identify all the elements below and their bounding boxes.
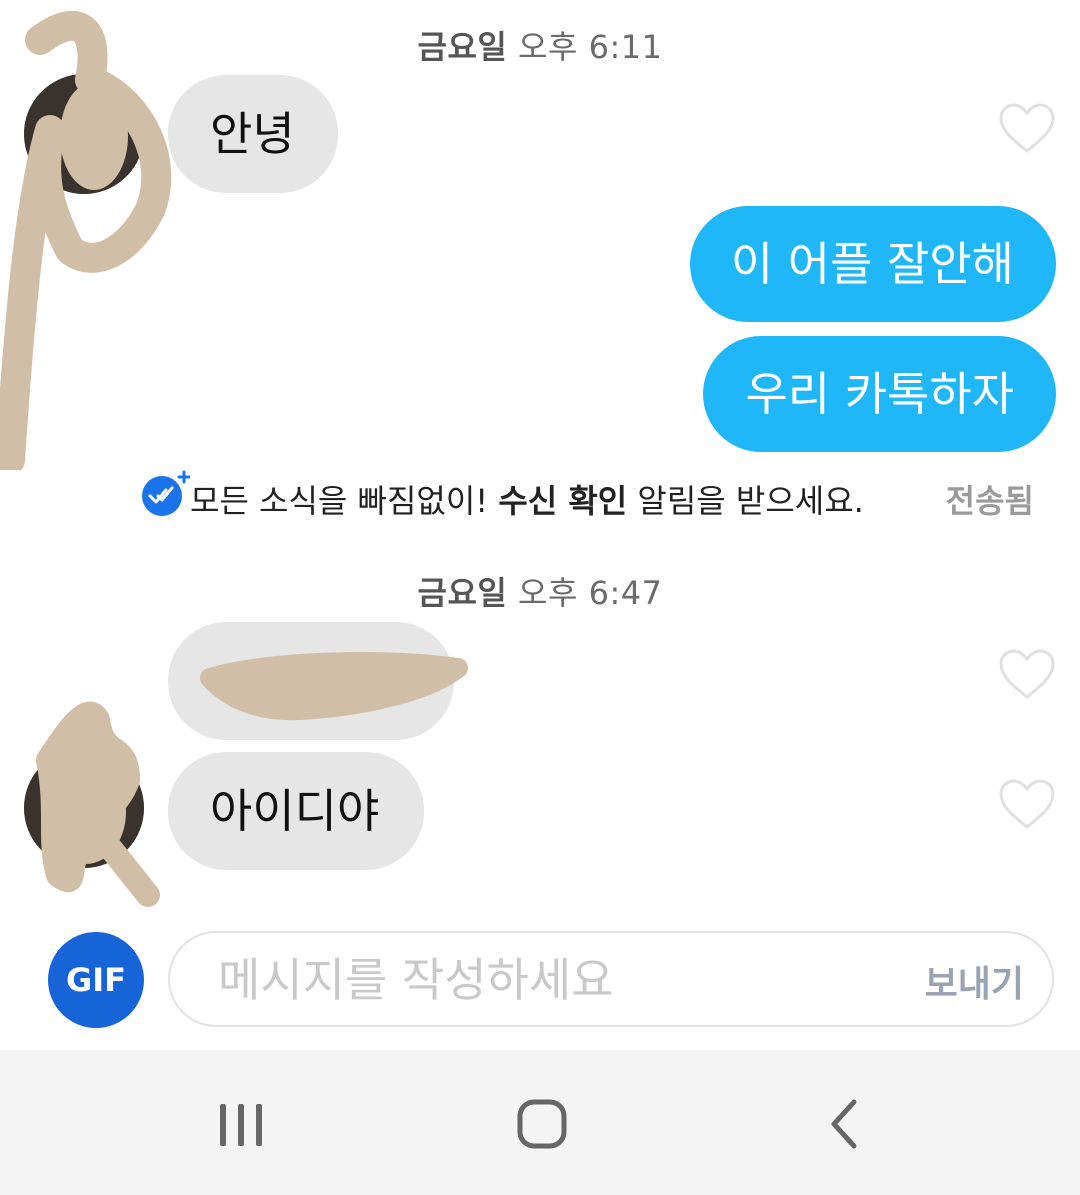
receipt-text-bold: 수신 확인	[498, 482, 628, 520]
system-navigation-bar	[0, 1050, 1080, 1195]
heart-icon[interactable]	[998, 648, 1056, 700]
message-text: 아이디야	[210, 784, 380, 838]
message-text: 우리 카톡하자	[745, 367, 1014, 421]
outgoing-message-bubble[interactable]: 우리 카톡하자	[703, 336, 1056, 452]
read-receipt-notice[interactable]: 모든 소식을 빠짐없이! 수신 확인 알림을 받으세요. 전송됨	[140, 470, 1060, 520]
gif-label: GIF	[65, 961, 127, 999]
date-separator: 금요일 오후 6:47	[0, 568, 1080, 614]
send-button[interactable]: 보내기	[925, 955, 1024, 1007]
heart-icon[interactable]	[998, 778, 1056, 830]
receipt-text: 모든 소식을 빠짐없이!	[190, 482, 499, 520]
message-composer: 보내기	[168, 931, 1054, 1027]
date-time: 오후 6:47	[518, 574, 663, 612]
home-icon[interactable]	[506, 1098, 576, 1154]
back-icon[interactable]	[810, 1098, 880, 1154]
date-day: 금요일	[417, 574, 508, 612]
redaction-scribble	[0, 10, 172, 470]
date-day: 금요일	[417, 28, 508, 66]
date-time: 오후 6:11	[518, 28, 663, 66]
gif-button[interactable]: GIF	[48, 932, 144, 1028]
receipt-text: 알림을 받으세요.	[627, 482, 864, 520]
incoming-message-bubble[interactable]: 안녕	[168, 75, 338, 193]
sent-status: 전송됨	[945, 482, 1034, 520]
incoming-message-bubble[interactable]: 아이디야	[168, 752, 424, 870]
recent-apps-icon[interactable]	[206, 1098, 276, 1154]
redaction-scribble	[36, 701, 160, 907]
redaction-scribble	[200, 652, 468, 721]
read-receipt-badge-icon	[142, 470, 190, 516]
message-text: 안녕	[210, 107, 295, 161]
heart-icon[interactable]	[998, 102, 1056, 154]
outgoing-message-bubble[interactable]: 이 어플 잘안해	[690, 206, 1056, 322]
message-text: 이 어플 잘안해	[730, 237, 1014, 291]
message-input[interactable]	[216, 947, 860, 1013]
